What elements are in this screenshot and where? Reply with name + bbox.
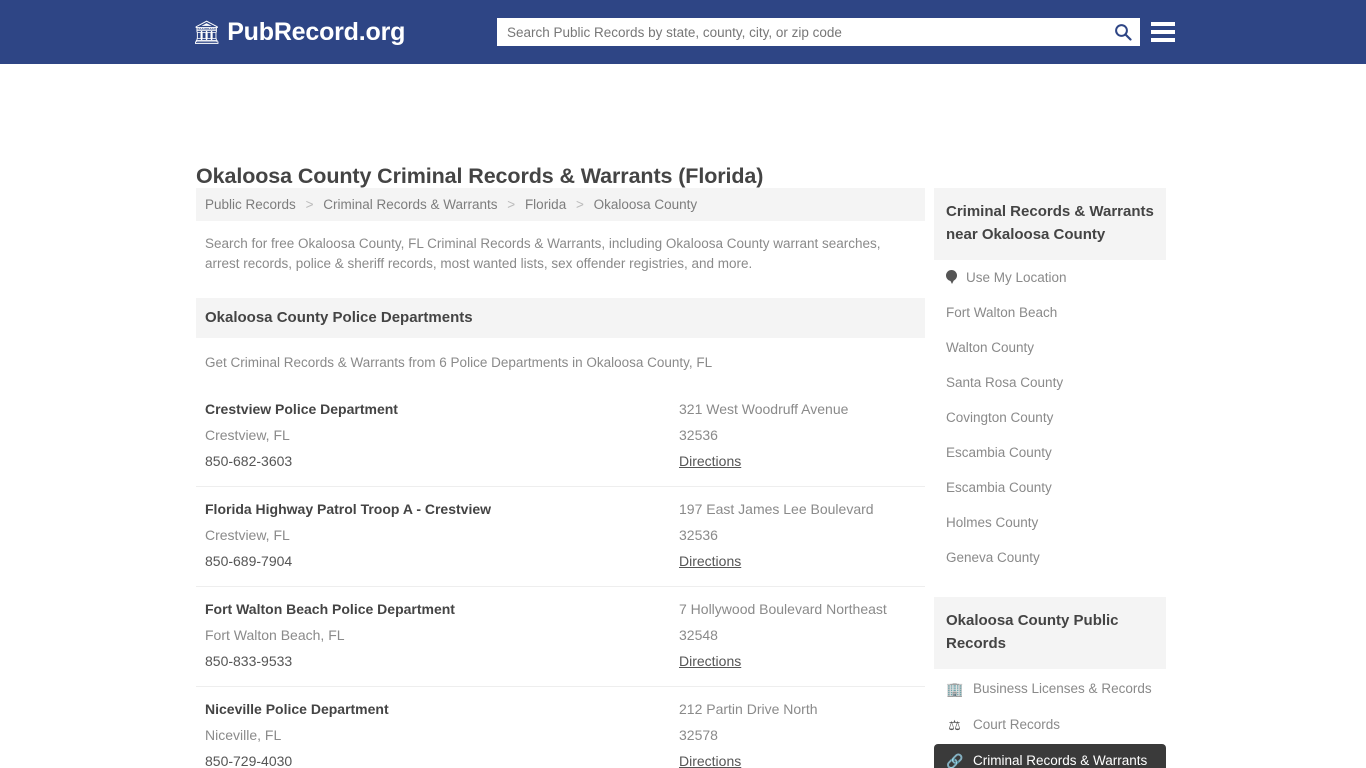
main-content: Public Records > Criminal Records & Warr…	[196, 188, 925, 768]
sidebar-item-label: Court Records	[973, 717, 1061, 732]
sidebar-item-label: Business Licenses & Records	[973, 681, 1152, 696]
listing-address: 197 East James Lee Boulevard	[679, 501, 874, 517]
breadcrumb-item-florida[interactable]: Florida	[525, 197, 566, 212]
directions-link[interactable]: Directions	[679, 648, 741, 674]
listing-right-column: 212 Partin Drive North 32578 Directions	[679, 696, 916, 768]
listing-name: Fort Walton Beach Police Department	[205, 601, 455, 617]
sidebar-item-label: Holmes County	[946, 515, 1039, 530]
site-header: 🏛 PubRecord.org	[0, 0, 1366, 64]
listing-phone: 850-682-3603	[205, 453, 293, 469]
table-row: Florida Highway Patrol Troop A - Crestvi…	[196, 487, 925, 587]
listing-phone: 850-689-7904	[205, 553, 293, 569]
listing-zip: 32536	[679, 427, 718, 443]
listing-phone: 850-729-4030	[205, 753, 293, 768]
handcuffs-icon: 🔗	[946, 752, 964, 768]
sidebar-item-fort-walton-beach[interactable]: Fort Walton Beach	[934, 295, 1166, 330]
map-pin-icon	[946, 270, 957, 285]
breadcrumb-separator: >	[575, 197, 584, 212]
hamburger-bar-2	[1151, 30, 1175, 34]
scales-icon: ⚖	[948, 716, 961, 733]
sidebar-records-heading: Okaloosa County Public Records	[934, 597, 1166, 669]
page-title: Okaloosa County Criminal Records & Warra…	[196, 164, 764, 189]
listing-city: Crestview, FL	[205, 527, 290, 543]
listing-phone: 850-833-9533	[205, 653, 293, 669]
listing-left-column: Niceville Police Department Niceville, F…	[205, 696, 679, 768]
hamburger-menu-button[interactable]	[1151, 18, 1175, 46]
brand-logo-link[interactable]: 🏛 PubRecord.org	[192, 18, 405, 47]
listing-address: 212 Partin Drive North	[679, 701, 818, 717]
table-row: Niceville Police Department Niceville, F…	[196, 687, 925, 768]
breadcrumb-item-public-records[interactable]: Public Records	[205, 197, 296, 212]
directions-link[interactable]: Directions	[679, 748, 741, 768]
table-row: Crestview Police Department Crestview, F…	[196, 387, 925, 487]
listing-address: 7 Hollywood Boulevard Northeast	[679, 601, 887, 617]
section-heading: Okaloosa County Police Departments	[196, 298, 925, 338]
sidebar-item-geneva-county[interactable]: Geneva County	[934, 540, 1166, 575]
sidebar-item-label: Covington County	[946, 410, 1054, 425]
sidebar-item-escambia-county-2[interactable]: Escambia County	[934, 470, 1166, 505]
sidebar-item-holmes-county[interactable]: Holmes County	[934, 505, 1166, 540]
hamburger-bar-1	[1151, 22, 1175, 26]
sidebar-item-label: Fort Walton Beach	[946, 305, 1058, 320]
bank-icon: 🏛	[192, 19, 222, 45]
sidebar-nearby-list: Use My Location Fort Walton Beach Walton…	[934, 260, 1166, 575]
brand-name: PubRecord.org	[227, 17, 406, 46]
listing-zip: 32548	[679, 627, 718, 643]
search-input[interactable]	[497, 19, 1106, 45]
table-row: Fort Walton Beach Police Department Fort…	[196, 587, 925, 687]
listing-name: Florida Highway Patrol Troop A - Crestvi…	[205, 501, 492, 517]
sidebar-item-label: Criminal Records & Warrants	[973, 753, 1148, 768]
sidebar-item-covington-county[interactable]: Covington County	[934, 400, 1166, 435]
breadcrumb-separator: >	[507, 197, 516, 212]
listing-left-column: Fort Walton Beach Police Department Fort…	[205, 596, 679, 674]
search-bar	[497, 18, 1140, 46]
sidebar-item-label: Walton County	[946, 340, 1035, 355]
sidebar-item-criminal-records[interactable]: 🔗 Criminal Records & Warrants	[934, 744, 1166, 768]
sidebar: Criminal Records & Warrants near Okaloos…	[934, 188, 1166, 768]
sidebar-nearby-heading: Criminal Records & Warrants near Okaloos…	[934, 188, 1166, 260]
sidebar-item-escambia-county-1[interactable]: Escambia County	[934, 435, 1166, 470]
sidebar-item-label: Geneva County	[946, 550, 1040, 565]
sidebar-item-court-records[interactable]: ⚖ Court Records	[934, 708, 1166, 741]
breadcrumb-item-okaloosa-county: Okaloosa County	[593, 197, 698, 212]
hamburger-bar-3	[1151, 38, 1175, 42]
sidebar-records-list: 🏢 Business Licenses & Records ⚖ Court Re…	[934, 672, 1166, 768]
listing-city: Crestview, FL	[205, 427, 290, 443]
listing-city: Niceville, FL	[205, 727, 282, 743]
police-department-list: Crestview Police Department Crestview, F…	[196, 387, 925, 768]
search-icon	[1115, 24, 1132, 41]
listing-zip: 32578	[679, 727, 718, 743]
sidebar-item-use-my-location[interactable]: Use My Location	[934, 260, 1166, 295]
breadcrumb-item-criminal-records[interactable]: Criminal Records & Warrants	[323, 197, 497, 212]
page-description: Search for free Okaloosa County, FL Crim…	[205, 236, 881, 271]
listing-address: 321 West Woodruff Avenue	[679, 401, 849, 417]
breadcrumb-separator: >	[305, 197, 314, 212]
listing-right-column: 7 Hollywood Boulevard Northeast 32548 Di…	[679, 596, 916, 674]
sidebar-item-walton-county[interactable]: Walton County	[934, 330, 1166, 365]
listing-right-column: 197 East James Lee Boulevard 32536 Direc…	[679, 496, 916, 574]
listing-city: Fort Walton Beach, FL	[205, 627, 345, 643]
sidebar-item-label: Escambia County	[946, 480, 1052, 495]
sidebar-item-label: Use My Location	[966, 270, 1067, 285]
listing-name: Crestview Police Department	[205, 401, 398, 417]
sidebar-item-santa-rosa-county[interactable]: Santa Rosa County	[934, 365, 1166, 400]
sidebar-item-label: Escambia County	[946, 445, 1052, 460]
listing-left-column: Florida Highway Patrol Troop A - Crestvi…	[205, 496, 679, 574]
building-icon: 🏢	[946, 680, 964, 697]
listing-name: Niceville Police Department	[205, 701, 389, 717]
directions-link[interactable]: Directions	[679, 448, 741, 474]
search-button[interactable]	[1106, 18, 1140, 46]
sidebar-item-business-licenses[interactable]: 🏢 Business Licenses & Records	[934, 672, 1166, 705]
listing-zip: 32536	[679, 527, 718, 543]
sidebar-item-label: Santa Rosa County	[946, 375, 1064, 390]
breadcrumb: Public Records > Criminal Records & Warr…	[196, 188, 925, 221]
directions-link[interactable]: Directions	[679, 548, 741, 574]
listing-left-column: Crestview Police Department Crestview, F…	[205, 396, 679, 474]
section-subtext: Get Criminal Records & Warrants from 6 P…	[205, 355, 713, 370]
listing-right-column: 321 West Woodruff Avenue 32536 Direction…	[679, 396, 916, 474]
